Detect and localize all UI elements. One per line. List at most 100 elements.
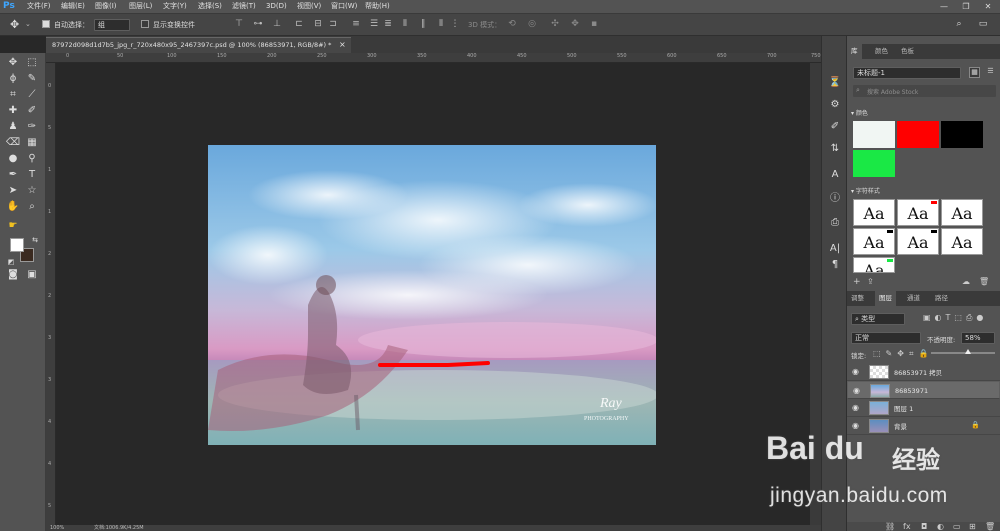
lock-icons[interactable]: ⬚✎✥⌗🔒: [873, 349, 933, 359]
distribute-bottom-icon[interactable]: ≣: [383, 19, 393, 30]
tab-layers[interactable]: 图层: [875, 291, 896, 306]
tab-adjustments[interactable]: 调整: [847, 291, 868, 306]
char-style-item[interactable]: Aa: [941, 199, 983, 226]
stock-search-field[interactable]: ⌕ 搜索 Adobe Stock: [853, 85, 996, 97]
character-icon[interactable]: A: [828, 168, 842, 182]
info-icon[interactable]: ⓘ: [828, 192, 842, 206]
layer-row[interactable]: ◉ 背景 🔒: [847, 417, 1000, 435]
tab-color[interactable]: 颜色: [871, 44, 892, 59]
zoom-level[interactable]: 100%: [50, 525, 64, 531]
move-tool-icon[interactable]: ✥: [5, 56, 21, 70]
library-color-swatch[interactable]: [897, 121, 939, 148]
show-transform-checkbox[interactable]: [141, 20, 149, 28]
align-hcenter-icon[interactable]: ⊟: [313, 19, 323, 30]
brush-tool-icon[interactable]: ✐: [24, 104, 40, 118]
align-left-icon[interactable]: ⊏: [294, 19, 304, 30]
layer-comps-icon[interactable]: ⎙: [828, 216, 842, 230]
properties-icon[interactable]: ⚙: [828, 98, 842, 112]
tab-channels[interactable]: 通道: [903, 291, 924, 306]
distribute-top-icon[interactable]: ≡: [351, 19, 361, 30]
layer-row[interactable]: ◉ 86853971 拷贝: [847, 363, 1000, 381]
new-layer-icon[interactable]: ⊞: [969, 522, 976, 531]
close-tab-icon[interactable]: ×: [339, 40, 346, 49]
foreground-color-swatch-top[interactable]: [10, 238, 24, 252]
3d-pan-icon[interactable]: ✣: [550, 19, 560, 30]
delete-layer-icon[interactable]: 🗑: [985, 522, 995, 531]
menu-filter[interactable]: 滤镜(T): [232, 2, 256, 11]
add-item-icon[interactable]: +: [853, 277, 861, 287]
menu-window[interactable]: 窗口(W): [331, 2, 357, 11]
trash-icon[interactable]: 🗑: [979, 277, 989, 286]
document-image[interactable]: Ray PHOTOGRAPHY: [208, 145, 656, 445]
link-layers-icon[interactable]: ⛓: [885, 522, 895, 531]
menu-type[interactable]: 文字(Y): [163, 2, 187, 11]
screen-mode-icon[interactable]: ▣: [24, 268, 40, 282]
document-tab[interactable]: 87972d098d1d7b5_jpg_r_720x480x95_2467397…: [46, 37, 351, 53]
close-window-button[interactable]: ✕: [978, 1, 998, 12]
maximize-button[interactable]: ❐: [956, 1, 976, 12]
quick-mask-icon[interactable]: ◙: [5, 268, 21, 282]
layer-filter-icons[interactable]: ▣◐T⬚⎙●: [923, 313, 987, 323]
eye-icon[interactable]: ◉: [852, 403, 861, 412]
char-styles-section-title[interactable]: ▾ 字符样式: [851, 186, 880, 195]
auto-align-icon[interactable]: ⋮: [450, 19, 460, 30]
menu-select[interactable]: 选择(S): [198, 2, 222, 11]
menu-view[interactable]: 视图(V): [297, 2, 321, 11]
char-style-item[interactable]: Aa: [853, 199, 895, 226]
edit-toolbar-icon[interactable]: ☛: [5, 219, 21, 233]
lasso-tool-icon[interactable]: ϕ: [5, 72, 21, 86]
clone-source-icon[interactable]: ⇅: [828, 142, 842, 156]
zoom-tool-icon[interactable]: ⌕: [24, 200, 40, 214]
grid-view-icon[interactable]: ▦: [969, 67, 980, 78]
fx-icon[interactable]: fx: [903, 522, 911, 531]
library-color-swatch[interactable]: [853, 150, 895, 177]
tab-library[interactable]: 库: [847, 44, 862, 59]
menu-help[interactable]: 帮助(H): [365, 2, 390, 11]
pen-tool-icon[interactable]: ✒: [5, 168, 21, 182]
char-style-item[interactable]: Aa: [941, 228, 983, 255]
shape-tool-icon[interactable]: ☆: [24, 184, 40, 198]
menu-layer[interactable]: 图层(L): [129, 2, 152, 11]
eye-icon[interactable]: ◉: [852, 421, 861, 430]
upload-icon[interactable]: ⇪: [867, 277, 874, 286]
cloud-icon[interactable]: ☁: [962, 277, 970, 286]
menu-image[interactable]: 图像(I): [95, 2, 117, 11]
history-brush-tool-icon[interactable]: ✑: [24, 120, 40, 134]
menu-3d[interactable]: 3D(D): [266, 2, 287, 11]
3d-slide-icon[interactable]: ✥: [570, 19, 580, 30]
menu-edit[interactable]: 编辑(E): [61, 2, 85, 11]
layer-filter-dropdown[interactable]: ⌕ 类型: [851, 313, 905, 325]
library-dropdown[interactable]: 未标题-1: [853, 67, 961, 79]
align-vcenter-icon[interactable]: ⊶: [253, 19, 263, 30]
layer-row[interactable]: ◉ 86853971: [847, 381, 1000, 399]
adjustment-layer-icon[interactable]: ◐: [937, 522, 944, 531]
library-color-swatch[interactable]: [853, 121, 895, 148]
eye-icon[interactable]: ◉: [853, 386, 862, 395]
marquee-tool-icon[interactable]: ⬚: [24, 56, 40, 70]
path-select-tool-icon[interactable]: ➤: [5, 184, 21, 198]
chevron-down-icon[interactable]: ⌄: [25, 20, 31, 28]
colors-section-title[interactable]: ▾ 颜色: [851, 108, 868, 117]
clone-stamp-tool-icon[interactable]: ♟: [5, 120, 21, 134]
list-view-icon[interactable]: ☰: [985, 67, 996, 78]
opacity-slider-handle[interactable]: [965, 349, 971, 354]
healing-brush-tool-icon[interactable]: ✚: [5, 104, 21, 118]
auto-select-checkbox[interactable]: [42, 20, 50, 28]
paragraph-icon[interactable]: ¶: [828, 258, 842, 272]
default-colors-icon[interactable]: ◩: [3, 255, 19, 269]
eraser-tool-icon[interactable]: ⌫: [5, 136, 21, 150]
add-mask-icon[interactable]: ◘: [921, 522, 927, 531]
auto-select-dropdown[interactable]: 组: [94, 19, 130, 31]
new-group-icon[interactable]: ▭: [953, 522, 961, 531]
distribute-right-icon[interactable]: ⫴: [436, 19, 446, 30]
3d-roll-icon[interactable]: ◎: [527, 19, 537, 30]
dodge-tool-icon[interactable]: ⚲: [24, 152, 40, 166]
character-panel-icon[interactable]: A|: [828, 242, 842, 256]
opacity-slider[interactable]: [931, 349, 995, 354]
distribute-left-icon[interactable]: ⦀: [400, 19, 410, 30]
history-icon[interactable]: ⏳: [828, 76, 842, 90]
eyedropper-tool-icon[interactable]: ⟋: [24, 88, 40, 102]
align-bottom-icon[interactable]: ⊥: [272, 19, 282, 30]
menu-file[interactable]: 文件(F): [27, 2, 51, 11]
blur-tool-icon[interactable]: ●: [5, 152, 21, 166]
